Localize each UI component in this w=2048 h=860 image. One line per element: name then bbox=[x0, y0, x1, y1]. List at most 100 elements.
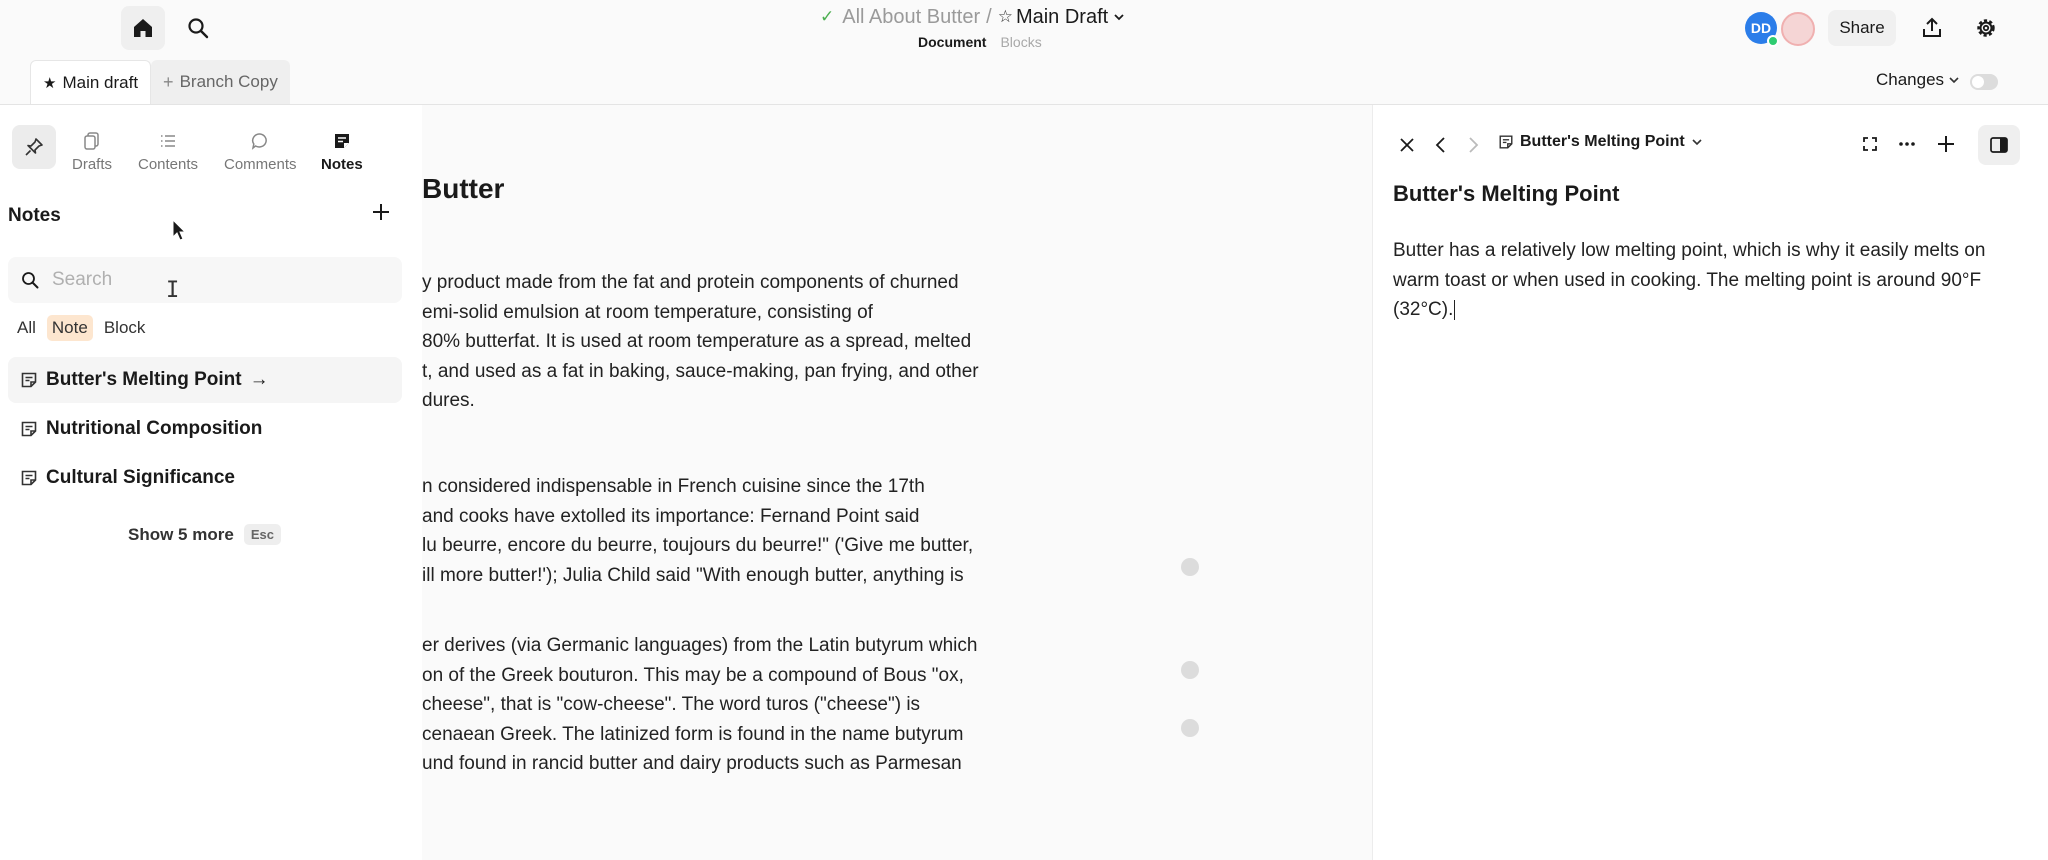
note-outline-icon bbox=[1499, 135, 1513, 149]
star-outline-icon: ☆ bbox=[997, 7, 1013, 26]
breadcrumb: ✓ All About Butter / ☆ Main Draft bbox=[820, 3, 1126, 31]
note-title: Cultural Significance bbox=[46, 467, 235, 488]
list-item[interactable]: Butter's Melting Point → bbox=[8, 357, 402, 403]
show-more-label: Show 5 more bbox=[128, 524, 234, 544]
online-status-dot bbox=[1767, 35, 1779, 47]
plus-icon bbox=[1938, 136, 1954, 152]
avatar-collaborator[interactable] bbox=[1781, 12, 1815, 46]
home-button[interactable] bbox=[121, 6, 165, 50]
forward-button[interactable] bbox=[1463, 135, 1483, 160]
paragraph-line: er derives (via Germanic languages) from… bbox=[422, 635, 978, 656]
show-more-button[interactable]: Show 5 more Esc bbox=[128, 524, 281, 545]
toggle-panel-button[interactable] bbox=[1978, 125, 2020, 165]
sidebar-right-icon bbox=[1990, 137, 2008, 153]
search-icon bbox=[22, 272, 39, 289]
note-filters: All Note Block bbox=[12, 315, 150, 341]
drafts-icon bbox=[84, 132, 99, 150]
export-button[interactable] bbox=[1910, 6, 1954, 50]
list-item[interactable]: Cultural Significance bbox=[8, 455, 402, 501]
sidebar-tab-contents[interactable]: Contents bbox=[138, 131, 198, 173]
panel-note-selector[interactable]: Butter's Melting Point bbox=[1498, 133, 1709, 151]
share-button[interactable]: Share bbox=[1828, 10, 1896, 46]
top-bar: ✓ All About Butter / ☆ Main Draft Docume… bbox=[0, 0, 2048, 56]
tab-main-draft-label: Main draft bbox=[62, 72, 139, 92]
chevron-down-icon[interactable] bbox=[1112, 10, 1126, 24]
paragraph-line: emi-solid emulsion at room temperature, … bbox=[422, 301, 873, 323]
chevron-down-icon bbox=[1692, 139, 1702, 146]
esc-shortcut-badge: Esc bbox=[243, 524, 281, 545]
sidebar-tab-contents-label: Contents bbox=[138, 156, 199, 173]
notes-heading: Notes bbox=[8, 205, 61, 226]
document-title[interactable]: Butter bbox=[422, 173, 504, 205]
paragraph-line: y product made from the fat and protein … bbox=[422, 272, 959, 293]
comment-marker[interactable] bbox=[1181, 558, 1199, 576]
pin-button[interactable] bbox=[12, 125, 56, 169]
comment-icon bbox=[252, 133, 268, 150]
sidebar-tab-drafts-label: Drafts bbox=[72, 156, 113, 173]
expand-button[interactable] bbox=[1861, 135, 1879, 158]
note-outline-icon bbox=[21, 470, 37, 486]
add-note-button[interactable] bbox=[370, 201, 392, 228]
breadcrumb-separator: / bbox=[986, 5, 992, 28]
document-paragraph[interactable]: n considered indispensable in French cui… bbox=[422, 472, 1102, 590]
sidebar-tab-drafts[interactable]: Drafts bbox=[72, 131, 112, 173]
search-input[interactable] bbox=[52, 269, 352, 291]
view-tab-blocks[interactable]: Blocks bbox=[1000, 34, 1041, 50]
note-icon bbox=[334, 134, 349, 148]
tab-main-draft[interactable]: ★ Main draft bbox=[30, 60, 152, 104]
chevron-down-icon bbox=[1949, 77, 1959, 84]
search-icon bbox=[188, 18, 209, 39]
note-title: Butter's Melting Point bbox=[46, 369, 242, 390]
home-icon bbox=[134, 19, 152, 37]
paragraph-line: t, and used as a fat in baking, sauce-ma… bbox=[422, 360, 979, 382]
paragraph-line: n considered indispensable in French cui… bbox=[422, 476, 925, 497]
arrow-right-icon[interactable]: → bbox=[250, 369, 269, 391]
note-outline-icon bbox=[21, 421, 37, 437]
gear-icon bbox=[1977, 19, 1995, 37]
add-button[interactable] bbox=[1935, 133, 1957, 160]
sidebar-tab-notes[interactable]: Notes bbox=[321, 131, 363, 173]
chevron-right-icon bbox=[1469, 137, 1479, 153]
more-horizontal-icon bbox=[1899, 142, 1915, 146]
close-panel-button[interactable] bbox=[1397, 135, 1417, 160]
star-icon: ★ bbox=[43, 74, 57, 92]
paragraph-line: 80% butterfat. It is used at room temper… bbox=[422, 331, 972, 352]
chevron-left-icon bbox=[1435, 137, 1445, 153]
paragraph-line: dures. bbox=[422, 390, 475, 411]
list-item[interactable]: Nutritional Composition bbox=[8, 406, 402, 452]
sidebar-tab-comments[interactable]: Comments bbox=[224, 131, 297, 173]
filter-note[interactable]: Note bbox=[46, 315, 93, 341]
view-tab-document[interactable]: Document bbox=[918, 34, 986, 50]
sidebar-tab-comments-label: Comments bbox=[224, 156, 297, 173]
list-icon bbox=[161, 135, 176, 147]
filter-block[interactable]: Block bbox=[99, 315, 151, 341]
upload-icon bbox=[1923, 17, 1941, 37]
document-canvas[interactable]: Butter y product made from the fat and p… bbox=[422, 105, 1372, 860]
close-icon bbox=[1400, 138, 1414, 152]
document-paragraph[interactable]: y product made from the fat and protein … bbox=[422, 268, 1102, 416]
tab-branch-copy[interactable]: + Branch Copy bbox=[151, 60, 290, 104]
comment-marker[interactable] bbox=[1181, 661, 1199, 679]
document-paragraph[interactable]: er derives (via Germanic languages) from… bbox=[422, 631, 1102, 779]
comment-marker[interactable] bbox=[1181, 719, 1199, 737]
search-button[interactable] bbox=[176, 6, 220, 50]
note-body-text: Butter has a relatively low melting poin… bbox=[1393, 240, 1986, 320]
note-title-heading[interactable]: Butter's Melting Point bbox=[1393, 181, 1619, 207]
draft-tabs: ★ Main draft + Branch Copy bbox=[30, 60, 290, 104]
plus-icon: + bbox=[163, 71, 174, 92]
paragraph-line: on of the Greek bouturon. This may be a … bbox=[422, 664, 964, 686]
back-button[interactable] bbox=[1431, 135, 1451, 160]
note-list: Butter's Melting Point → Nutritional Com… bbox=[8, 357, 402, 504]
settings-button[interactable] bbox=[1964, 6, 2008, 50]
paragraph-line: cheese", that is "cow-cheese". The word … bbox=[422, 694, 921, 715]
note-title: Nutritional Composition bbox=[46, 418, 263, 439]
changes-dropdown[interactable]: Changes bbox=[1876, 70, 1960, 90]
breadcrumb-document[interactable]: All About Butter bbox=[842, 6, 980, 29]
paragraph-line: cenaean Greek. The latinized form is fou… bbox=[422, 723, 964, 745]
breadcrumb-draft[interactable]: Main Draft bbox=[1016, 6, 1108, 29]
note-outline-icon bbox=[21, 372, 37, 388]
note-body-editor[interactable]: Butter has a relatively low melting poin… bbox=[1393, 236, 2033, 325]
sidebar-tab-notes-label: Notes bbox=[321, 156, 363, 173]
filter-all[interactable]: All bbox=[12, 315, 41, 341]
more-options-button[interactable] bbox=[1897, 135, 1917, 158]
